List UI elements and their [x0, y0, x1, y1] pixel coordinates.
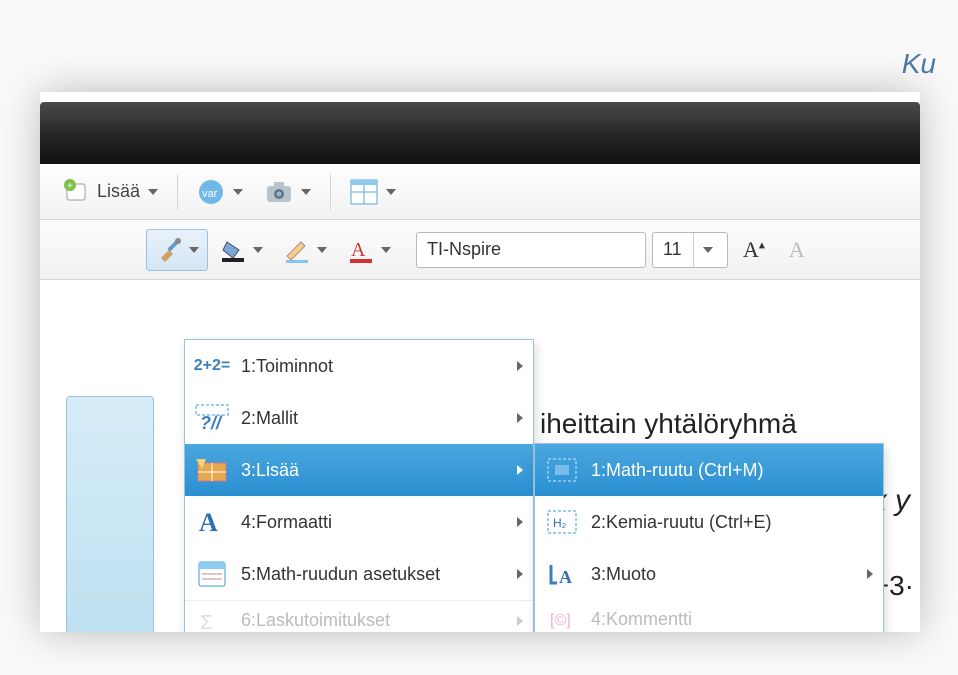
- tools-menu-button[interactable]: [146, 229, 208, 271]
- page-thumbnail[interactable]: [66, 396, 154, 632]
- decrease-font-button[interactable]: A: [780, 230, 814, 270]
- submenu-item-math-box[interactable]: 1:Math-ruutu (Ctrl+M): [535, 444, 883, 496]
- menu-item-lisaa[interactable]: 3:Lisää: [185, 444, 533, 496]
- templates-icon: ?//: [191, 397, 233, 439]
- menu-item-label: 1:Toiminnot: [241, 356, 333, 377]
- variables-icon: var: [197, 178, 225, 206]
- insert-page-label: Lisää: [97, 181, 140, 202]
- submenu-item-label: 4:Kommentti: [591, 609, 692, 630]
- menu-item-label: 6:Laskutoimitukset: [241, 610, 390, 631]
- chevron-down-icon: [148, 189, 158, 195]
- submenu-arrow-icon: [517, 465, 523, 475]
- svg-text:Σ: Σ: [200, 612, 212, 633]
- insert-icon: [191, 449, 233, 491]
- menu-item-label: 2:Mallit: [241, 408, 298, 429]
- calculations-icon: Σ: [191, 600, 233, 633]
- font-color-icon: A: [347, 236, 375, 264]
- app-window: + Lisää var: [40, 92, 920, 632]
- chevron-down-icon: [189, 247, 199, 253]
- submenu-item-label: 3:Muoto: [591, 564, 656, 585]
- math-settings-icon: [191, 553, 233, 595]
- menu-item-formaatti[interactable]: A 4:Formaatti: [185, 496, 533, 548]
- screenshot-button[interactable]: [256, 173, 320, 211]
- insert-page-icon: +: [63, 178, 91, 206]
- math-box-icon: [541, 449, 583, 491]
- submenu-arrow-icon: [517, 413, 523, 423]
- chevron-down-icon[interactable]: [693, 233, 719, 267]
- line-color-button[interactable]: [274, 229, 336, 271]
- toolbar-separator: [330, 174, 331, 210]
- chevron-down-icon: [301, 189, 311, 195]
- caption-text: Ku: [902, 48, 936, 80]
- toolbar-primary: + Lisää var: [40, 164, 920, 220]
- submenu-arrow-icon: [517, 517, 523, 527]
- font-size-input[interactable]: [653, 233, 693, 267]
- submenu-arrow-icon: [517, 361, 523, 371]
- submenu-arrow-icon: [867, 569, 873, 579]
- document-heading-rest: iheittain yhtälöryhmä: [540, 408, 797, 440]
- comment-icon: [©]: [541, 598, 583, 632]
- tools-dropdown-menu: 2+2= 1:Toiminnot ?// 2:Mallit 3:Lisää A …: [184, 339, 534, 632]
- font-name-combobox[interactable]: [416, 232, 646, 268]
- increase-font-icon: A▴: [743, 237, 765, 263]
- svg-text:var: var: [202, 188, 218, 200]
- menu-item-math-settings[interactable]: 5:Math-ruudun asetukset: [185, 548, 533, 600]
- format-icon: A: [191, 501, 233, 543]
- chevron-down-icon: [386, 189, 396, 195]
- chevron-down-icon: [233, 189, 243, 195]
- layout-grid-icon: [350, 178, 378, 206]
- window-titlebar: [40, 102, 920, 164]
- submenu-item-chem-box[interactable]: H₂ 2:Kemia-ruutu (Ctrl+E): [535, 496, 883, 548]
- svg-text:+: +: [67, 181, 73, 192]
- fill-color-button[interactable]: [210, 229, 272, 271]
- layout-button[interactable]: [341, 173, 405, 211]
- insert-submenu: 1:Math-ruutu (Ctrl+M) H₂ 2:Kemia-ruutu (…: [534, 443, 884, 632]
- submenu-item-label: 1:Math-ruutu (Ctrl+M): [591, 460, 764, 481]
- text-color-button[interactable]: A: [338, 229, 400, 271]
- paint-bucket-icon: [219, 236, 247, 264]
- svg-text:A: A: [199, 508, 218, 537]
- shape-icon: A: [541, 553, 583, 595]
- font-size-combobox[interactable]: [652, 232, 728, 268]
- font-name-input[interactable]: [417, 233, 669, 267]
- insert-page-button[interactable]: + Lisää: [54, 173, 167, 211]
- svg-text:[©]: [©]: [550, 612, 571, 629]
- decrease-font-icon: A: [789, 237, 805, 263]
- svg-text:H₂: H₂: [553, 516, 567, 530]
- submenu-item-muoto[interactable]: A 3:Muoto: [535, 548, 883, 600]
- actions-icon: 2+2=: [191, 345, 233, 387]
- menu-item-label: 4:Formaatti: [241, 512, 332, 533]
- submenu-arrow-icon: [517, 616, 523, 626]
- camera-icon: [265, 178, 293, 206]
- menu-item-laskutoimitukset[interactable]: Σ 6:Laskutoimitukset: [185, 600, 533, 632]
- chem-box-icon: H₂: [541, 501, 583, 543]
- menu-item-toiminnot[interactable]: 2+2= 1:Toiminnot: [185, 340, 533, 392]
- chevron-down-icon: [317, 247, 327, 253]
- menu-item-label: 3:Lisää: [241, 460, 299, 481]
- variables-button[interactable]: var: [188, 173, 252, 211]
- svg-text:A: A: [559, 567, 572, 587]
- svg-text:A: A: [351, 239, 366, 261]
- menu-item-mallit[interactable]: ?// 2:Mallit: [185, 392, 533, 444]
- font-controls: A▴ A: [416, 230, 814, 270]
- submenu-item-label: 2:Kemia-ruutu (Ctrl+E): [591, 512, 772, 533]
- increase-font-button[interactable]: A▴: [734, 230, 774, 270]
- toolbar-separator: [177, 174, 178, 210]
- svg-text:?//: ?//: [200, 413, 223, 433]
- chevron-down-icon: [381, 247, 391, 253]
- submenu-item-kommentti[interactable]: [©] 4:Kommentti: [535, 600, 883, 632]
- submenu-arrow-icon: [517, 569, 523, 579]
- chevron-down-icon: [253, 247, 263, 253]
- menu-item-label: 5:Math-ruudun asetukset: [241, 564, 440, 585]
- toolbar-format: A A▴ A: [40, 220, 920, 280]
- pencil-line-icon: [283, 236, 311, 264]
- tools-icon: [155, 236, 183, 264]
